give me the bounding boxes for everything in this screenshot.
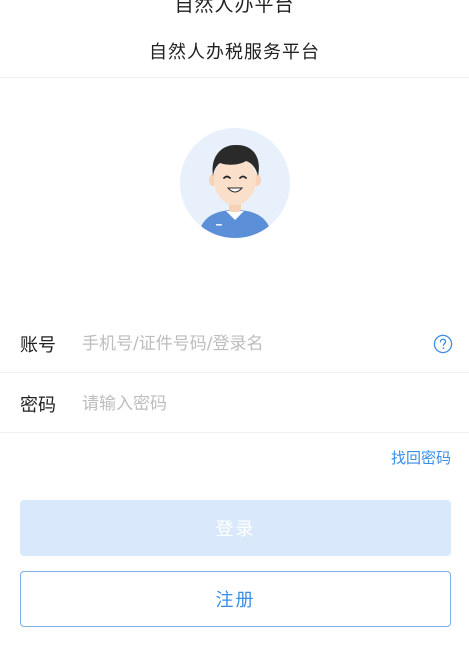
login-button[interactable]: 登录 [20,500,451,556]
nav-divider [0,77,469,78]
password-row: 密码 [0,375,469,433]
page-title: 自然人办税服务平台 [149,42,320,63]
partial-title: 自然人办平台 [174,0,295,16]
row-divider [0,372,469,373]
account-row: 账号 [0,315,469,373]
password-label: 密码 [20,395,56,416]
user-avatar-icon [180,128,290,238]
login-page: 自然人办平台 自然人办税服务平台 账号 手机号/证件号码/登录名 密码 找回密码… [0,0,469,649]
row-divider [0,432,469,433]
account-input[interactable] [82,327,412,361]
forgot-password-link[interactable]: 找回密码 [391,447,451,468]
register-button[interactable]: 注册 [20,571,451,627]
password-input[interactable] [82,387,412,421]
account-label: 账号 [20,335,56,356]
question-circle-icon[interactable] [433,334,453,354]
